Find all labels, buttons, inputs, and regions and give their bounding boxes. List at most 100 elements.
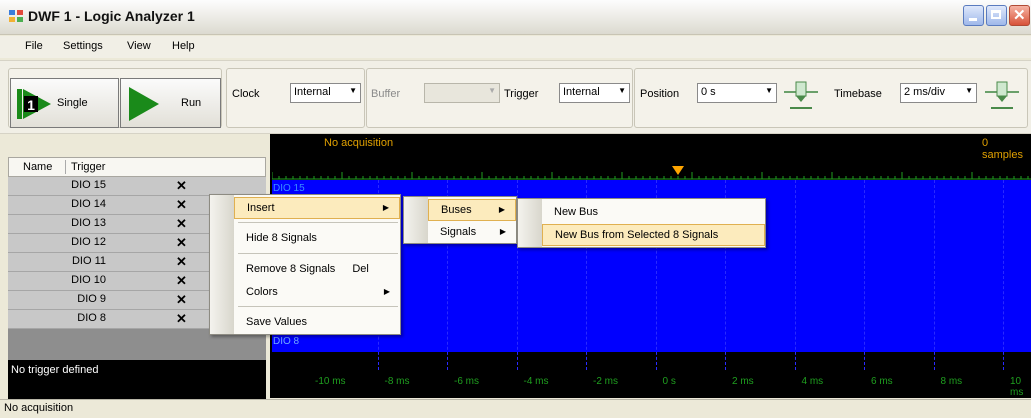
chevron-down-icon: ▼ — [965, 86, 973, 95]
menu-file[interactable]: File — [25, 40, 43, 52]
menu-item-insert[interactable]: Insert ▶ — [234, 197, 400, 219]
timebase-value: 2 ms/div — [904, 86, 945, 98]
trigger-x-icon[interactable]: ✕ — [176, 292, 187, 308]
maximize-button[interactable] — [986, 5, 1007, 26]
x-tick-label: -6 ms — [454, 376, 479, 387]
insert-submenu: Buses ▶ Signals ▶ — [403, 196, 517, 244]
menu-item-new-bus[interactable]: New Bus — [542, 201, 765, 223]
menu-separator — [238, 306, 398, 307]
menu-bar — [0, 36, 1031, 58]
menu-item-label: Buses — [441, 204, 472, 216]
top-signal-label: DIO 15 — [273, 183, 305, 194]
menu-item-label: Insert — [247, 202, 275, 214]
menu-item-label: New Bus from Selected 8 Signals — [555, 229, 719, 241]
timebase-select[interactable]: 2 ms/div ▼ — [900, 83, 977, 103]
trigger-x-icon[interactable]: ✕ — [176, 178, 187, 194]
close-icon: ✕ — [1013, 7, 1026, 24]
single-icon: 1 — [17, 89, 51, 119]
column-divider — [65, 160, 66, 174]
trigger-column-header[interactable]: Trigger — [71, 161, 105, 173]
x-tick-label: -4 ms — [523, 376, 549, 387]
chevron-down-icon: ▼ — [488, 86, 496, 95]
signal-name: DIO 8 — [77, 312, 106, 324]
menu-item-buses[interactable]: Buses ▶ — [428, 199, 516, 221]
menu-item-new-bus-selected[interactable]: New Bus from Selected 8 Signals — [542, 224, 765, 246]
trigger-x-icon[interactable]: ✕ — [176, 254, 187, 270]
single-label: Single — [57, 97, 88, 109]
menu-gutter — [210, 195, 234, 334]
buffer-select[interactable]: ▼ — [424, 83, 500, 103]
menu-item-remove[interactable]: Remove 8 Signals Del — [234, 258, 400, 280]
x-tick-label: 2 ms — [732, 376, 754, 387]
signal-list-header: Name Trigger — [8, 157, 266, 177]
menu-item-label: New Bus — [554, 206, 599, 218]
bottom-signal-label: DIO 8 — [273, 336, 300, 347]
chevron-down-icon: ▼ — [765, 86, 773, 95]
trigger-x-icon[interactable]: ✕ — [176, 273, 187, 289]
svg-text:1: 1 — [27, 97, 35, 113]
signal-name: DIO 15 — [71, 179, 106, 191]
menu-item-label: Save Values — [246, 316, 307, 328]
chevron-down-icon: ▼ — [349, 86, 357, 95]
trigger-label: Trigger — [504, 88, 539, 100]
menu-separator — [238, 253, 398, 254]
x-tick-label: 10 ms — [1010, 376, 1024, 398]
menu-item-label: Remove 8 Signals — [246, 263, 336, 275]
app-icon — [9, 10, 23, 22]
samples-count: 0 samples — [982, 137, 1023, 161]
status-text: No acquisition — [4, 402, 74, 414]
context-menu: Insert ▶ Hide 8 Signals Remove 8 Signals… — [209, 194, 401, 335]
run-icon — [129, 87, 159, 121]
menu-item-label: Colors — [246, 286, 278, 298]
grid-line — [933, 180, 935, 370]
trigger-x-icon[interactable]: ✕ — [176, 311, 187, 327]
x-tick-label: 4 ms — [801, 376, 824, 387]
signal-name: DIO 11 — [71, 255, 106, 267]
acquisition-status: No acquisition — [324, 137, 394, 149]
timebase-label: Timebase — [834, 88, 882, 100]
x-tick-label: -10 ms — [315, 376, 346, 387]
position-label: Position — [640, 88, 680, 100]
menu-item-colors[interactable]: Colors ▶ — [234, 281, 400, 303]
close-button[interactable]: ✕ — [1009, 5, 1030, 26]
position-slider[interactable] — [784, 78, 818, 112]
position-input[interactable]: 0 s ▼ — [697, 83, 777, 103]
window-title: DWF 1 - Logic Analyzer 1 — [28, 8, 195, 24]
trigger-select[interactable]: Internal ▼ — [559, 83, 630, 103]
signal-name: DIO 14 — [71, 198, 106, 210]
submenu-arrow-icon: ▶ — [498, 205, 505, 214]
shortcut-label: Del — [352, 263, 369, 275]
grid-line — [1003, 180, 1005, 370]
x-tick-label: 0 s — [662, 376, 676, 387]
run-button[interactable]: Run — [120, 78, 221, 128]
menu-view[interactable]: View — [127, 40, 151, 52]
chevron-down-icon: ▼ — [618, 86, 626, 95]
menu-item-label: Signals — [440, 226, 477, 238]
menu-help[interactable]: Help — [172, 40, 195, 52]
grid-line — [794, 180, 796, 370]
signal-name: DIO 10 — [71, 274, 106, 286]
menu-item-signals[interactable]: Signals ▶ — [428, 221, 516, 243]
minimize-button[interactable] — [963, 5, 984, 26]
menu-item-hide[interactable]: Hide 8 Signals — [234, 227, 400, 249]
single-button[interactable]: 1 Single — [10, 78, 119, 128]
menu-settings[interactable]: Settings — [63, 40, 103, 52]
menu-item-save-values[interactable]: Save Values — [234, 311, 400, 333]
trigger-x-icon[interactable]: ✕ — [176, 235, 187, 251]
timebase-slider[interactable] — [985, 78, 1019, 112]
trigger-x-icon[interactable]: ✕ — [176, 216, 187, 232]
menu-separator — [238, 222, 398, 223]
buses-submenu: New Bus New Bus from Selected 8 Signals — [517, 198, 766, 248]
x-tick-label: 6 ms — [871, 376, 893, 387]
submenu-arrow-icon: ▶ — [499, 227, 506, 236]
name-column-header[interactable]: Name — [23, 161, 52, 173]
trigger-info-panel: No trigger defined — [8, 360, 266, 400]
trigger-x-icon[interactable]: ✕ — [176, 197, 187, 213]
clock-value: Internal — [294, 86, 331, 98]
trigger-value: Internal — [563, 86, 600, 98]
signal-name: DIO 13 — [71, 217, 106, 229]
time-ruler — [272, 172, 1031, 180]
clock-select[interactable]: Internal ▼ — [290, 83, 361, 103]
menu-gutter — [404, 197, 428, 243]
trigger-position-marker[interactable] — [672, 166, 684, 176]
